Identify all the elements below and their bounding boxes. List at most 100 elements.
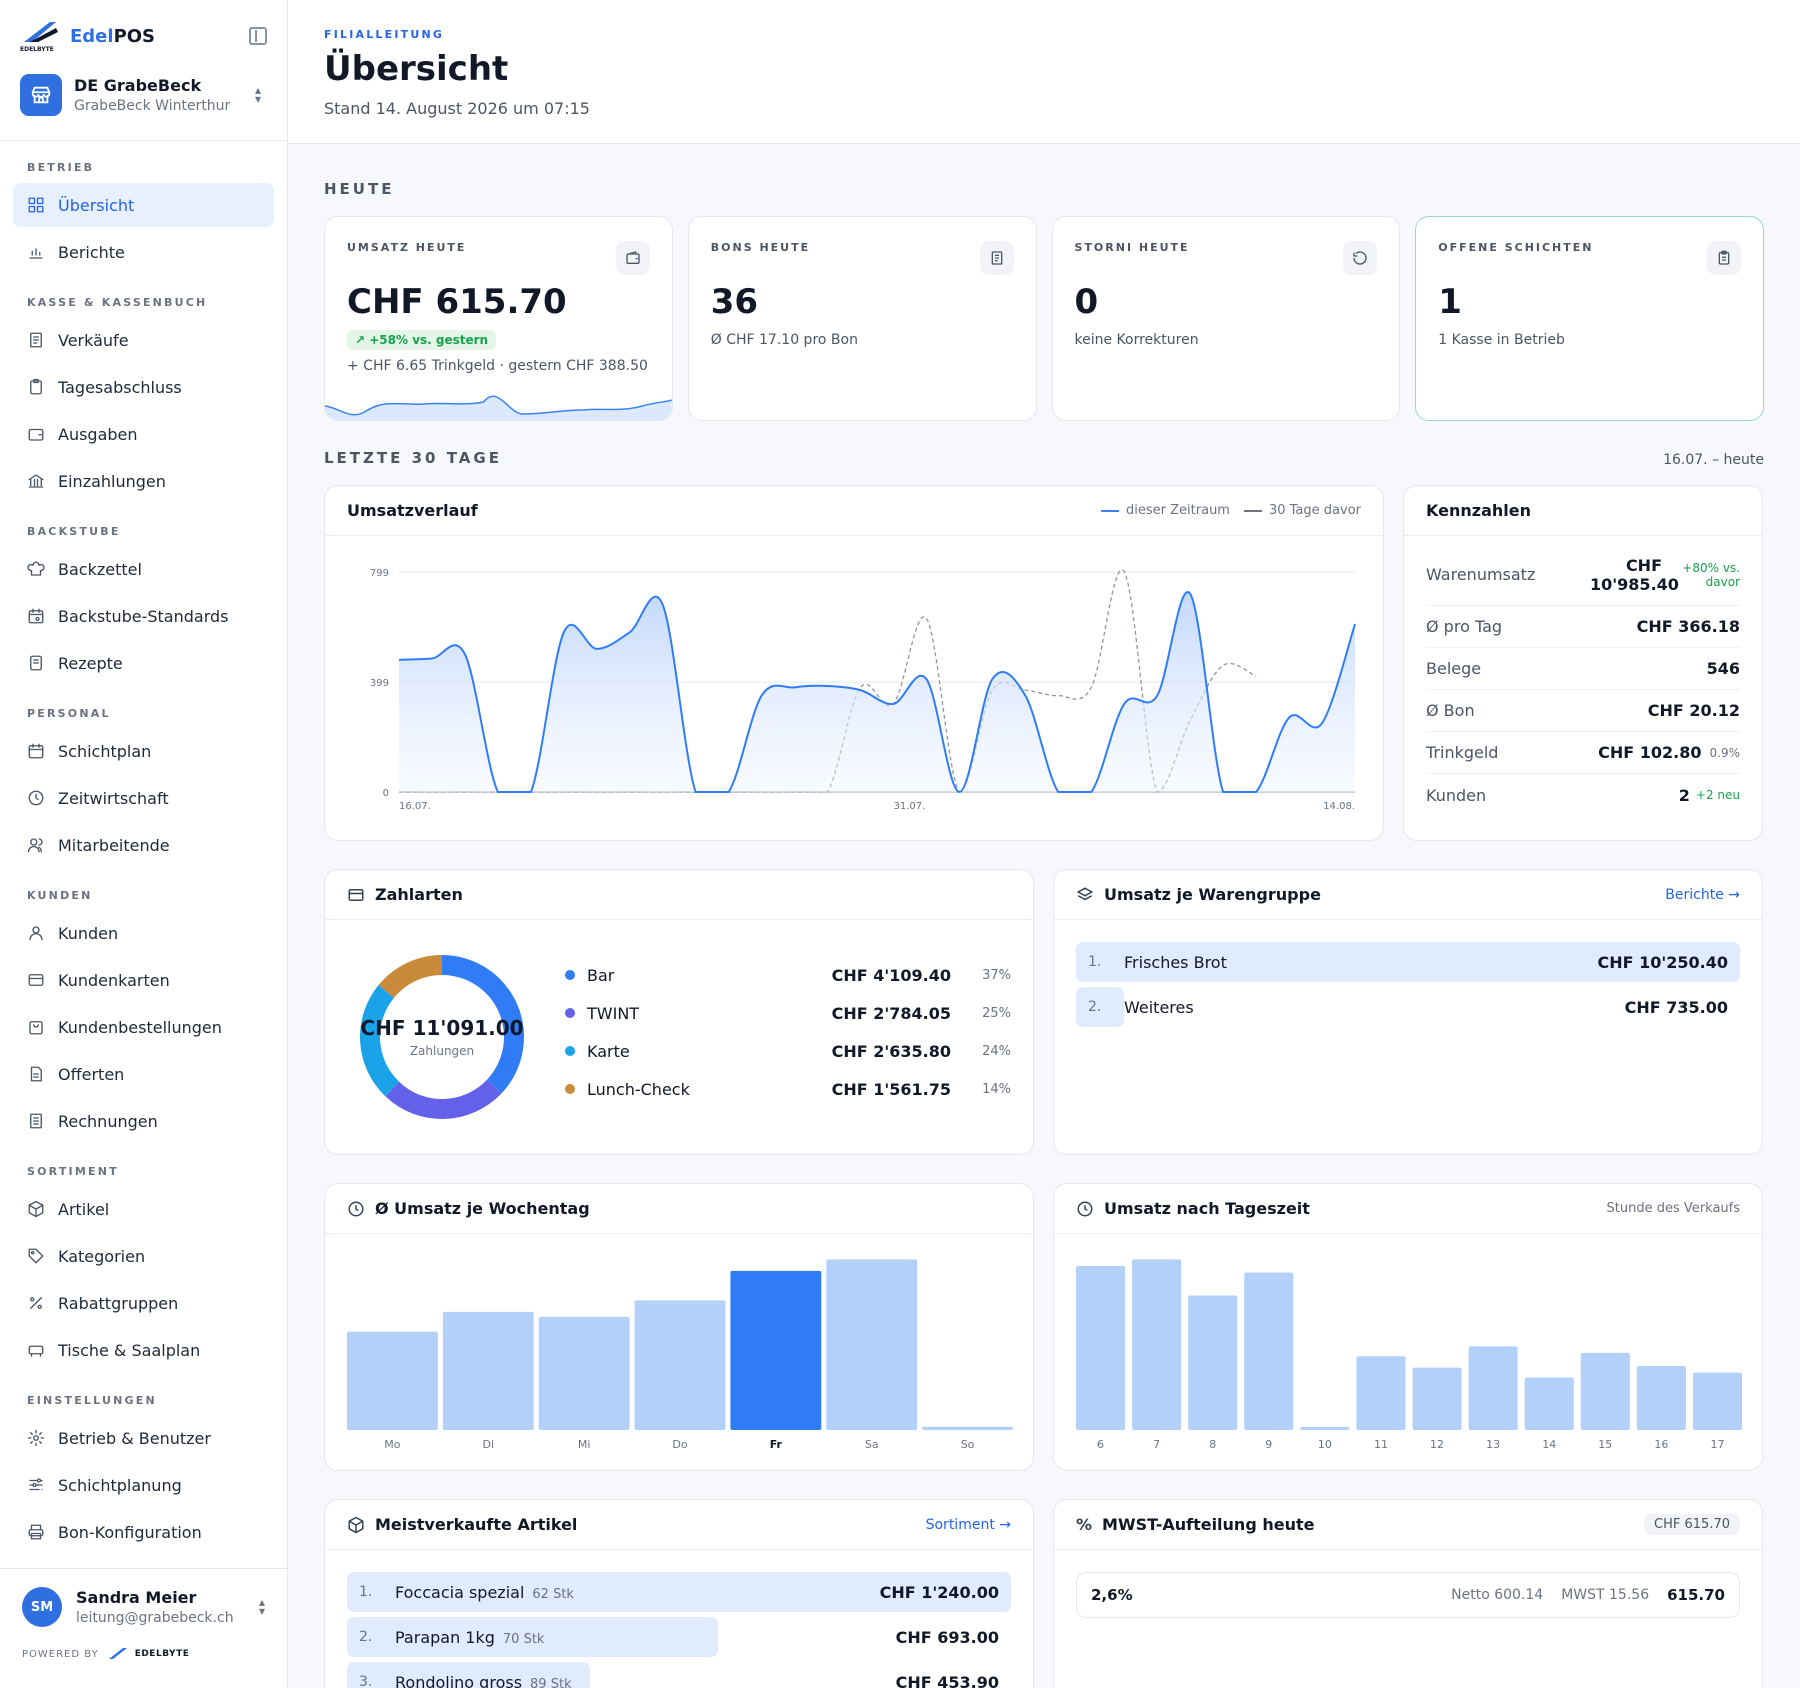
sortiment-link[interactable]: Sortiment → <box>926 1517 1011 1533</box>
x-tick-label: 14.08. <box>1323 801 1355 812</box>
kpi-storni-heute[interactable]: STORNI HEUTE 0 keine Korrekturen <box>1051 216 1401 421</box>
sidebar-item-kundenbestellungen[interactable]: Kundenbestellungen <box>13 1005 274 1049</box>
bar-9[interactable] <box>1244 1272 1294 1430</box>
sidebar-item-schichtplanung[interactable]: Schichtplanung <box>13 1463 274 1507</box>
sidebar-item-tische-saalplan[interactable]: Tische & Saalplan <box>13 1328 274 1372</box>
zahlart-pct: 25% <box>982 1005 1011 1021</box>
sidebar-item-bon-konfiguration[interactable]: Bon-Konfiguration <box>13 1510 274 1554</box>
percent-icon: % <box>1076 1515 1093 1534</box>
zahlarten-donut[interactable]: CHF 11'091.00 Zahlungen <box>347 942 537 1132</box>
sidebar-item-rabattgruppen[interactable]: Rabattgruppen <box>13 1281 274 1325</box>
sidebar-item-backzettel[interactable]: Backzettel <box>13 547 274 591</box>
sidebar-item-schichtplan[interactable]: Schichtplan <box>13 729 274 773</box>
sidebar-item-ausgaben[interactable]: Ausgaben <box>13 412 274 456</box>
bar-Fr[interactable] <box>730 1270 822 1430</box>
bar-15[interactable] <box>1580 1352 1630 1430</box>
user-menu[interactable]: SM Sandra Meier leitung@grabebeck.ch ▴ ▾ <box>0 1569 287 1627</box>
wochentag-chart[interactable]: Mo Di Mi Do Fr Sa So <box>325 1234 1034 1471</box>
bar-13[interactable] <box>1468 1346 1518 1430</box>
rank-number: 1. <box>359 1584 373 1600</box>
zahlart-row[interactable]: Karte CHF 2'635.80 24% <box>565 1032 1011 1070</box>
percent-icon <box>27 1294 45 1312</box>
bar-6[interactable] <box>1076 1265 1126 1430</box>
kpi-offene-schichten[interactable]: OFFENE SCHICHTEN 1 1 Kasse in Betrieb <box>1415 216 1764 421</box>
bar-Do[interactable] <box>634 1300 726 1430</box>
tageszeit-chart[interactable]: 6 7 8 9 10 11 12 13 14 15 16 17 <box>1054 1234 1763 1471</box>
kennzahl-value: CHF 102.80 <box>1598 743 1702 762</box>
bar-7[interactable] <box>1132 1259 1182 1430</box>
legend-prev-swatch <box>1243 509 1262 512</box>
sidebar-item-berichte[interactable]: Berichte <box>13 230 274 274</box>
box-icon <box>347 1516 365 1534</box>
nav-section-label: BACKSTUBE <box>27 525 121 538</box>
kennzahl-row: Ø pro Tag CHF 366.18 <box>1426 606 1740 648</box>
sidebar-nav: BETRIEB Übersicht Berichte KASSE & KASSENBU… <box>0 159 287 1601</box>
bar-Mi[interactable] <box>538 1316 630 1430</box>
berichte-link[interactable]: Berichte → <box>1665 887 1740 903</box>
document-icon <box>27 1065 45 1083</box>
x-tick-label: 31.07. <box>893 801 925 812</box>
donut-label: Zahlungen <box>409 1044 475 1058</box>
bar-14[interactable] <box>1524 1377 1574 1430</box>
rank-row[interactable]: 3. Rondolino gross 89 Stk CHF 453.90 <box>347 1662 1011 1688</box>
bar-Sa[interactable] <box>826 1259 918 1430</box>
sidebar-item-artikel[interactable]: Artikel <box>13 1187 274 1231</box>
bar-11[interactable] <box>1356 1356 1406 1430</box>
kpi-value: 1 <box>1438 282 1462 322</box>
bar-Mo[interactable] <box>347 1331 438 1430</box>
zahlart-row[interactable]: Lunch-Check CHF 1'561.75 14% <box>565 1070 1011 1108</box>
rank-row[interactable]: 2. Weiteres CHF 735.00 <box>1076 987 1740 1027</box>
zahlart-name: Karte <box>587 1041 630 1061</box>
bar-8[interactable] <box>1188 1295 1238 1430</box>
sidebar-item-rezepte[interactable]: Rezepte <box>13 641 274 685</box>
sidebar-item-kategorien[interactable]: Kategorien <box>13 1234 274 1278</box>
sidebar-item-betrieb-benutzer[interactable]: Betrieb & Benutzer <box>13 1416 274 1460</box>
bar-Di[interactable] <box>442 1311 534 1430</box>
bar-10[interactable] <box>1300 1427 1350 1430</box>
kpi-bons-heute[interactable]: BONS HEUTE 36 Ø CHF 17.10 pro Bon <box>687 216 1037 421</box>
nav-section-label: KASSE & KASSENBUCH <box>27 296 208 309</box>
umsatzverlauf-chart[interactable]: 799 399 0 16.07. 31.07. 14.08. <box>325 536 1384 841</box>
bar-16[interactable] <box>1636 1366 1686 1430</box>
bar-12[interactable] <box>1412 1367 1462 1430</box>
sidebar-item-zeitwirtschaft[interactable]: Zeitwirtschaft <box>13 776 274 820</box>
rank-qty: 89 Stk <box>530 1676 572 1688</box>
collapse-sidebar-icon[interactable] <box>249 27 267 45</box>
store-switcher[interactable]: DE GrabeBeck GrabeBeck Winterthur ▴ ▾ <box>20 70 267 120</box>
kennzahl-label: Trinkgeld <box>1426 743 1499 762</box>
rank-row[interactable]: 1. Foccacia spezial 62 Stk CHF 1'240.00 <box>347 1572 1011 1612</box>
meistverkauft-list: 1. Foccacia spezial 62 Stk CHF 1'240.00 2. Pa… <box>325 1550 1033 1688</box>
rank-name: Weiteres <box>1124 998 1194 1017</box>
sidebar-item-label: Backzettel <box>58 559 142 579</box>
nav-section-label: EINSTELLUNGEN <box>27 1394 157 1407</box>
card-icon <box>27 971 45 989</box>
sidebar-item-übersicht[interactable]: Übersicht <box>13 183 274 227</box>
zahlart-row[interactable]: TWINT CHF 2'784.05 25% <box>565 994 1011 1032</box>
receipt-icon <box>27 331 45 349</box>
sidebar-item-label: Übersicht <box>58 195 135 215</box>
card-title-text: Umsatz je Warengruppe <box>1104 885 1321 904</box>
sidebar-item-rechnungen[interactable]: Rechnungen <box>13 1099 274 1143</box>
bar-So[interactable] <box>922 1426 1013 1430</box>
rank-row[interactable]: 1. Frisches Brot CHF 10'250.40 <box>1076 942 1740 982</box>
rank-row[interactable]: 2. Parapan 1kg 70 Stk CHF 693.00 <box>347 1617 1011 1657</box>
mwst-row[interactable]: 2,6% Netto 600.14 MWST 15.56 615.70 <box>1076 1572 1740 1618</box>
sidebar-item-offerten[interactable]: Offerten <box>13 1052 274 1096</box>
card-title-text: Ø Umsatz je Wochentag <box>375 1199 590 1218</box>
sidebar-item-kunden[interactable]: Kunden <box>13 911 274 955</box>
sidebar-item-kundenkarten[interactable]: Kundenkarten <box>13 958 274 1002</box>
sidebar-item-einzahlungen[interactable]: Einzahlungen <box>13 459 274 503</box>
sidebar-item-mitarbeitende[interactable]: Mitarbeitende <box>13 823 274 867</box>
sidebar-item-tagesabschluss[interactable]: Tagesabschluss <box>13 365 274 409</box>
kpi-sub: 1 Kasse in Betrieb <box>1438 332 1565 348</box>
mwst-netto: Netto 600.14 <box>1451 1587 1544 1603</box>
kpi-umsatz-heute[interactable]: UMSATZ HEUTE CHF 615.70 ↗ +58% vs. geste… <box>324 216 673 421</box>
bar-17[interactable] <box>1692 1372 1742 1430</box>
kpi-label: UMSATZ HEUTE <box>347 241 467 254</box>
kennzahl-row: Warenumsatz CHF 10'985.40 +80% vs. davor <box>1426 544 1740 606</box>
legend-dot <box>565 1084 575 1094</box>
x-tick-label: 17 <box>1710 1438 1724 1451</box>
zahlart-row[interactable]: Bar CHF 4'109.40 37% <box>565 956 1011 994</box>
sidebar-item-verkäufe[interactable]: Verkäufe <box>13 318 274 362</box>
sidebar-item-backstube-standards[interactable]: Backstube-Standards <box>13 594 274 638</box>
